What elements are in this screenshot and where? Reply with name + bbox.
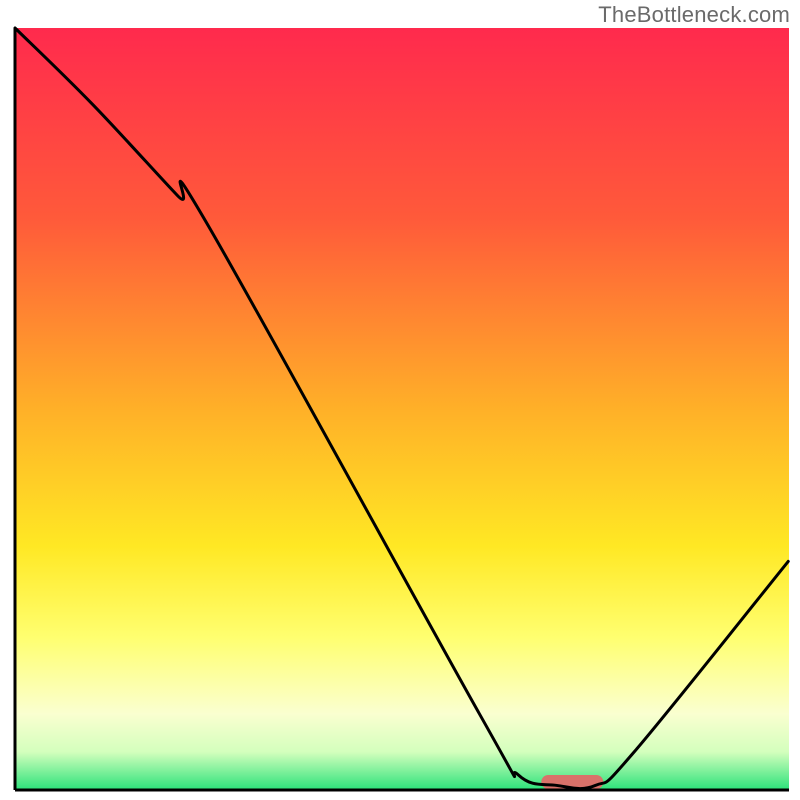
chart-background <box>15 28 789 790</box>
bottleneck-chart <box>0 0 800 800</box>
